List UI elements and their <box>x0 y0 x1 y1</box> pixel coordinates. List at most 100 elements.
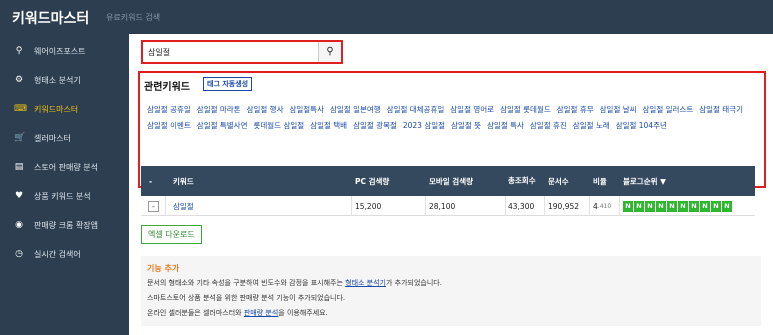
clock-icon: ◷ <box>15 249 23 259</box>
sidebar-item-whereispost[interactable]: ⚲ 웨어이즈포스트 <box>0 38 129 64</box>
related-keyword-link[interactable]: 삼일절 날씨 <box>600 102 637 118</box>
divider <box>505 196 506 216</box>
related-keyword-link[interactable]: 롯데월드 삼일절 <box>253 118 304 134</box>
sidebar-item-label: 판매량 크롬 확장앱 <box>34 221 98 230</box>
sidebar-item-label: 셀러마스터 <box>34 134 71 143</box>
related-keyword-link[interactable]: 삼일절 공휴일 <box>147 102 191 118</box>
col-header-blog-rank[interactable]: 블로그순위 ▼ <box>623 166 743 196</box>
blog-rank-list: NNNNNNNNNN <box>623 200 732 212</box>
row-collapse-cell: - <box>148 196 159 216</box>
feature-notice: 기능 추가 문서의 형태소와 기타 속성을 구분하여 빈도수와 감정을 표시해주… <box>141 256 761 326</box>
related-keyword-link[interactable]: 삼일절 휴무 <box>557 102 594 118</box>
total-volume-cell: 43,300 <box>508 201 535 211</box>
related-keyword-link[interactable]: 삼일절 택배 <box>310 118 347 134</box>
col-header-docs[interactable]: 문서수 <box>548 166 584 196</box>
related-keyword-link[interactable]: 삼일절 롯데월드 <box>500 102 551 118</box>
related-keyword-link[interactable]: 2023 삼일절 <box>403 118 445 134</box>
search-icon: ⚲ <box>326 46 334 57</box>
related-keyword-link[interactable]: 삼일절 마라톤 <box>197 102 241 118</box>
col-header-minus: - <box>149 176 153 186</box>
divider <box>425 196 426 216</box>
sidebar-item-chrome-ext[interactable]: ◉ 판매량 크롬 확장앱 <box>0 212 129 238</box>
sidebar-item-morpheme[interactable]: ⚙ 형태소 분석기 <box>0 67 129 93</box>
notice-title: 기능 추가 <box>147 264 180 273</box>
related-keyword-link[interactable]: 삼일절 일본여행 <box>330 102 381 118</box>
auto-tag-button[interactable]: 태그 자동생성 <box>203 77 253 91</box>
related-keyword-link[interactable]: 삼일절 노래 <box>573 118 610 134</box>
ratio-cell: 4.410 <box>593 196 611 216</box>
col-header-pc[interactable]: PC 검색량 <box>355 166 425 196</box>
notice-text: 문서의 형태소와 기타 속성을 구분하여 빈도수와 감정을 표시해주는 <box>147 279 346 287</box>
morpheme-analyzer-link[interactable]: 형태소 분석기 <box>345 279 386 287</box>
col-header-keyword[interactable]: 키워드 <box>173 166 353 196</box>
related-keyword-link[interactable]: 삼일절 행사 <box>247 102 284 118</box>
notice-line-3: 온라인 셀러분들은 셀러마스터와 판매량 분석을 이용해주세요. <box>147 308 328 318</box>
related-keyword-link[interactable]: 삼일절 뜻 <box>451 118 481 134</box>
notice-line-1: 문서의 형태소와 기타 속성을 구분하여 빈도수와 감정을 표시해주는 형태소 … <box>147 278 442 288</box>
col-header-ratio[interactable]: 비율 <box>593 166 619 196</box>
sidebar-item-label: 키워드마스터 <box>34 105 79 114</box>
sidebar-item-label: 상품 키워드 분석 <box>34 192 91 201</box>
app-subtitle: 유료키워드 검색 <box>106 13 161 22</box>
sidebar-item-sellermaster[interactable]: 🛒 셀러마스터 <box>0 125 129 151</box>
related-keyword-link[interactable]: 삼일절 태극기 <box>699 102 743 118</box>
related-keyword-link[interactable]: 삼일절 일러스트 <box>643 102 694 118</box>
related-keyword-link[interactable]: 삼일절 영어로 <box>450 102 494 118</box>
gear-icon: ⚙ <box>14 75 24 85</box>
notice-text: 온라인 셀러분들은 셀러마스터와 <box>147 309 244 317</box>
blog-rank-cell-item[interactable]: N <box>711 200 721 212</box>
related-keyword-link[interactable]: 삼일절 대체공휴일 <box>387 102 445 118</box>
sales-analysis-link[interactable]: 판매량 분석 <box>244 309 278 317</box>
pc-volume-cell: 15,200 <box>355 201 382 211</box>
ratio-sub: .410 <box>597 202 612 210</box>
blog-rank-cell-item[interactable]: N <box>689 200 699 212</box>
col-header-total[interactable]: 총조회수 <box>508 166 538 196</box>
related-keyword-link[interactable]: 삼일절 광복절 <box>353 118 397 134</box>
related-keyword-link[interactable]: 삼일절 휴진 <box>530 118 567 134</box>
blog-rank-cell-item[interactable]: N <box>645 200 655 212</box>
blog-rank-cell-item[interactable]: N <box>722 200 732 212</box>
search-button[interactable]: ⚲ <box>318 42 341 62</box>
table-header: - 키워드 PC 검색량 모바일 검색량 총조회수 문서수 비율 블로그순위 ▼ <box>141 166 755 196</box>
collapse-button[interactable]: - <box>148 200 159 212</box>
search-box: ⚲ <box>141 40 343 64</box>
sidebar-item-label: 스토어 판매량 분석 <box>34 163 98 172</box>
sidebar-item-product-keyword[interactable]: ♥ 상품 키워드 분석 <box>0 183 129 209</box>
blog-rank-cell-item[interactable]: N <box>634 200 644 212</box>
col-header-mobile[interactable]: 모바일 검색량 <box>429 166 505 196</box>
related-keywords-title: 관련키워드 <box>144 82 190 93</box>
blog-rank-cell-item[interactable]: N <box>623 200 633 212</box>
blog-rank-cell-item[interactable]: N <box>667 200 677 212</box>
mobile-volume-cell: 28,100 <box>429 201 456 211</box>
blog-rank-cell-item[interactable]: N <box>656 200 666 212</box>
sidebar-item-store-sales[interactable]: ▤ 스토어 판매량 분석 <box>0 154 129 180</box>
search-icon: ⚲ <box>15 46 23 56</box>
related-keyword-link[interactable]: 삼일절특사 <box>289 102 324 118</box>
app-title[interactable]: 키워드마스터 <box>12 8 89 28</box>
excel-download-button[interactable]: 엑셀 다운로드 <box>141 225 202 244</box>
cart-icon: 🛒 <box>14 133 26 143</box>
chrome-icon: ◉ <box>15 220 23 230</box>
related-keyword-link[interactable]: 삼일절 특별사면 <box>197 118 248 134</box>
notice-text: 가 추가되었습니다. <box>386 279 442 287</box>
doc-count-cell: 190,952 <box>548 201 580 211</box>
sidebar-item-label: 웨어이즈포스트 <box>34 47 86 56</box>
blog-rank-cell: NNNNNNNNNN <box>623 196 732 216</box>
top-bar: 키워드마스터 유료키워드 검색 <box>0 0 773 34</box>
sidebar: ⚲ 웨어이즈포스트 ⚙ 형태소 분석기 ⌨ 키워드마스터 🛒 셀러마스터 ▤ 스… <box>0 34 129 335</box>
blog-rank-cell-item[interactable]: N <box>700 200 710 212</box>
related-keyword-link[interactable]: 삼일절 특사 <box>487 118 524 134</box>
divider <box>589 196 590 216</box>
keyword-cell[interactable]: 삼일절 <box>173 196 194 216</box>
related-keyword-link[interactable]: 삼일절 104주년 <box>616 118 667 134</box>
notice-line-2: 스마트스토어 상품 분석을 위한 판매량 분석 기능이 추가되었습니다. <box>147 294 346 302</box>
bar-chart-icon: ▤ <box>14 162 24 172</box>
sidebar-item-keywordmaster[interactable]: ⌨ 키워드마스터 <box>0 96 129 122</box>
notice-text: 을 이용해주세요. <box>278 309 328 317</box>
related-keyword-link[interactable]: 삼일절 이벤트 <box>147 118 191 134</box>
search-input[interactable] <box>148 46 316 58</box>
table-row: - 삼일절 15,200 28,100 43,300 190,952 4.410… <box>141 196 755 216</box>
sidebar-item-realtime[interactable]: ◷ 실시간 검색어 <box>0 241 129 267</box>
divider <box>544 196 545 216</box>
blog-rank-cell-item[interactable]: N <box>678 200 688 212</box>
